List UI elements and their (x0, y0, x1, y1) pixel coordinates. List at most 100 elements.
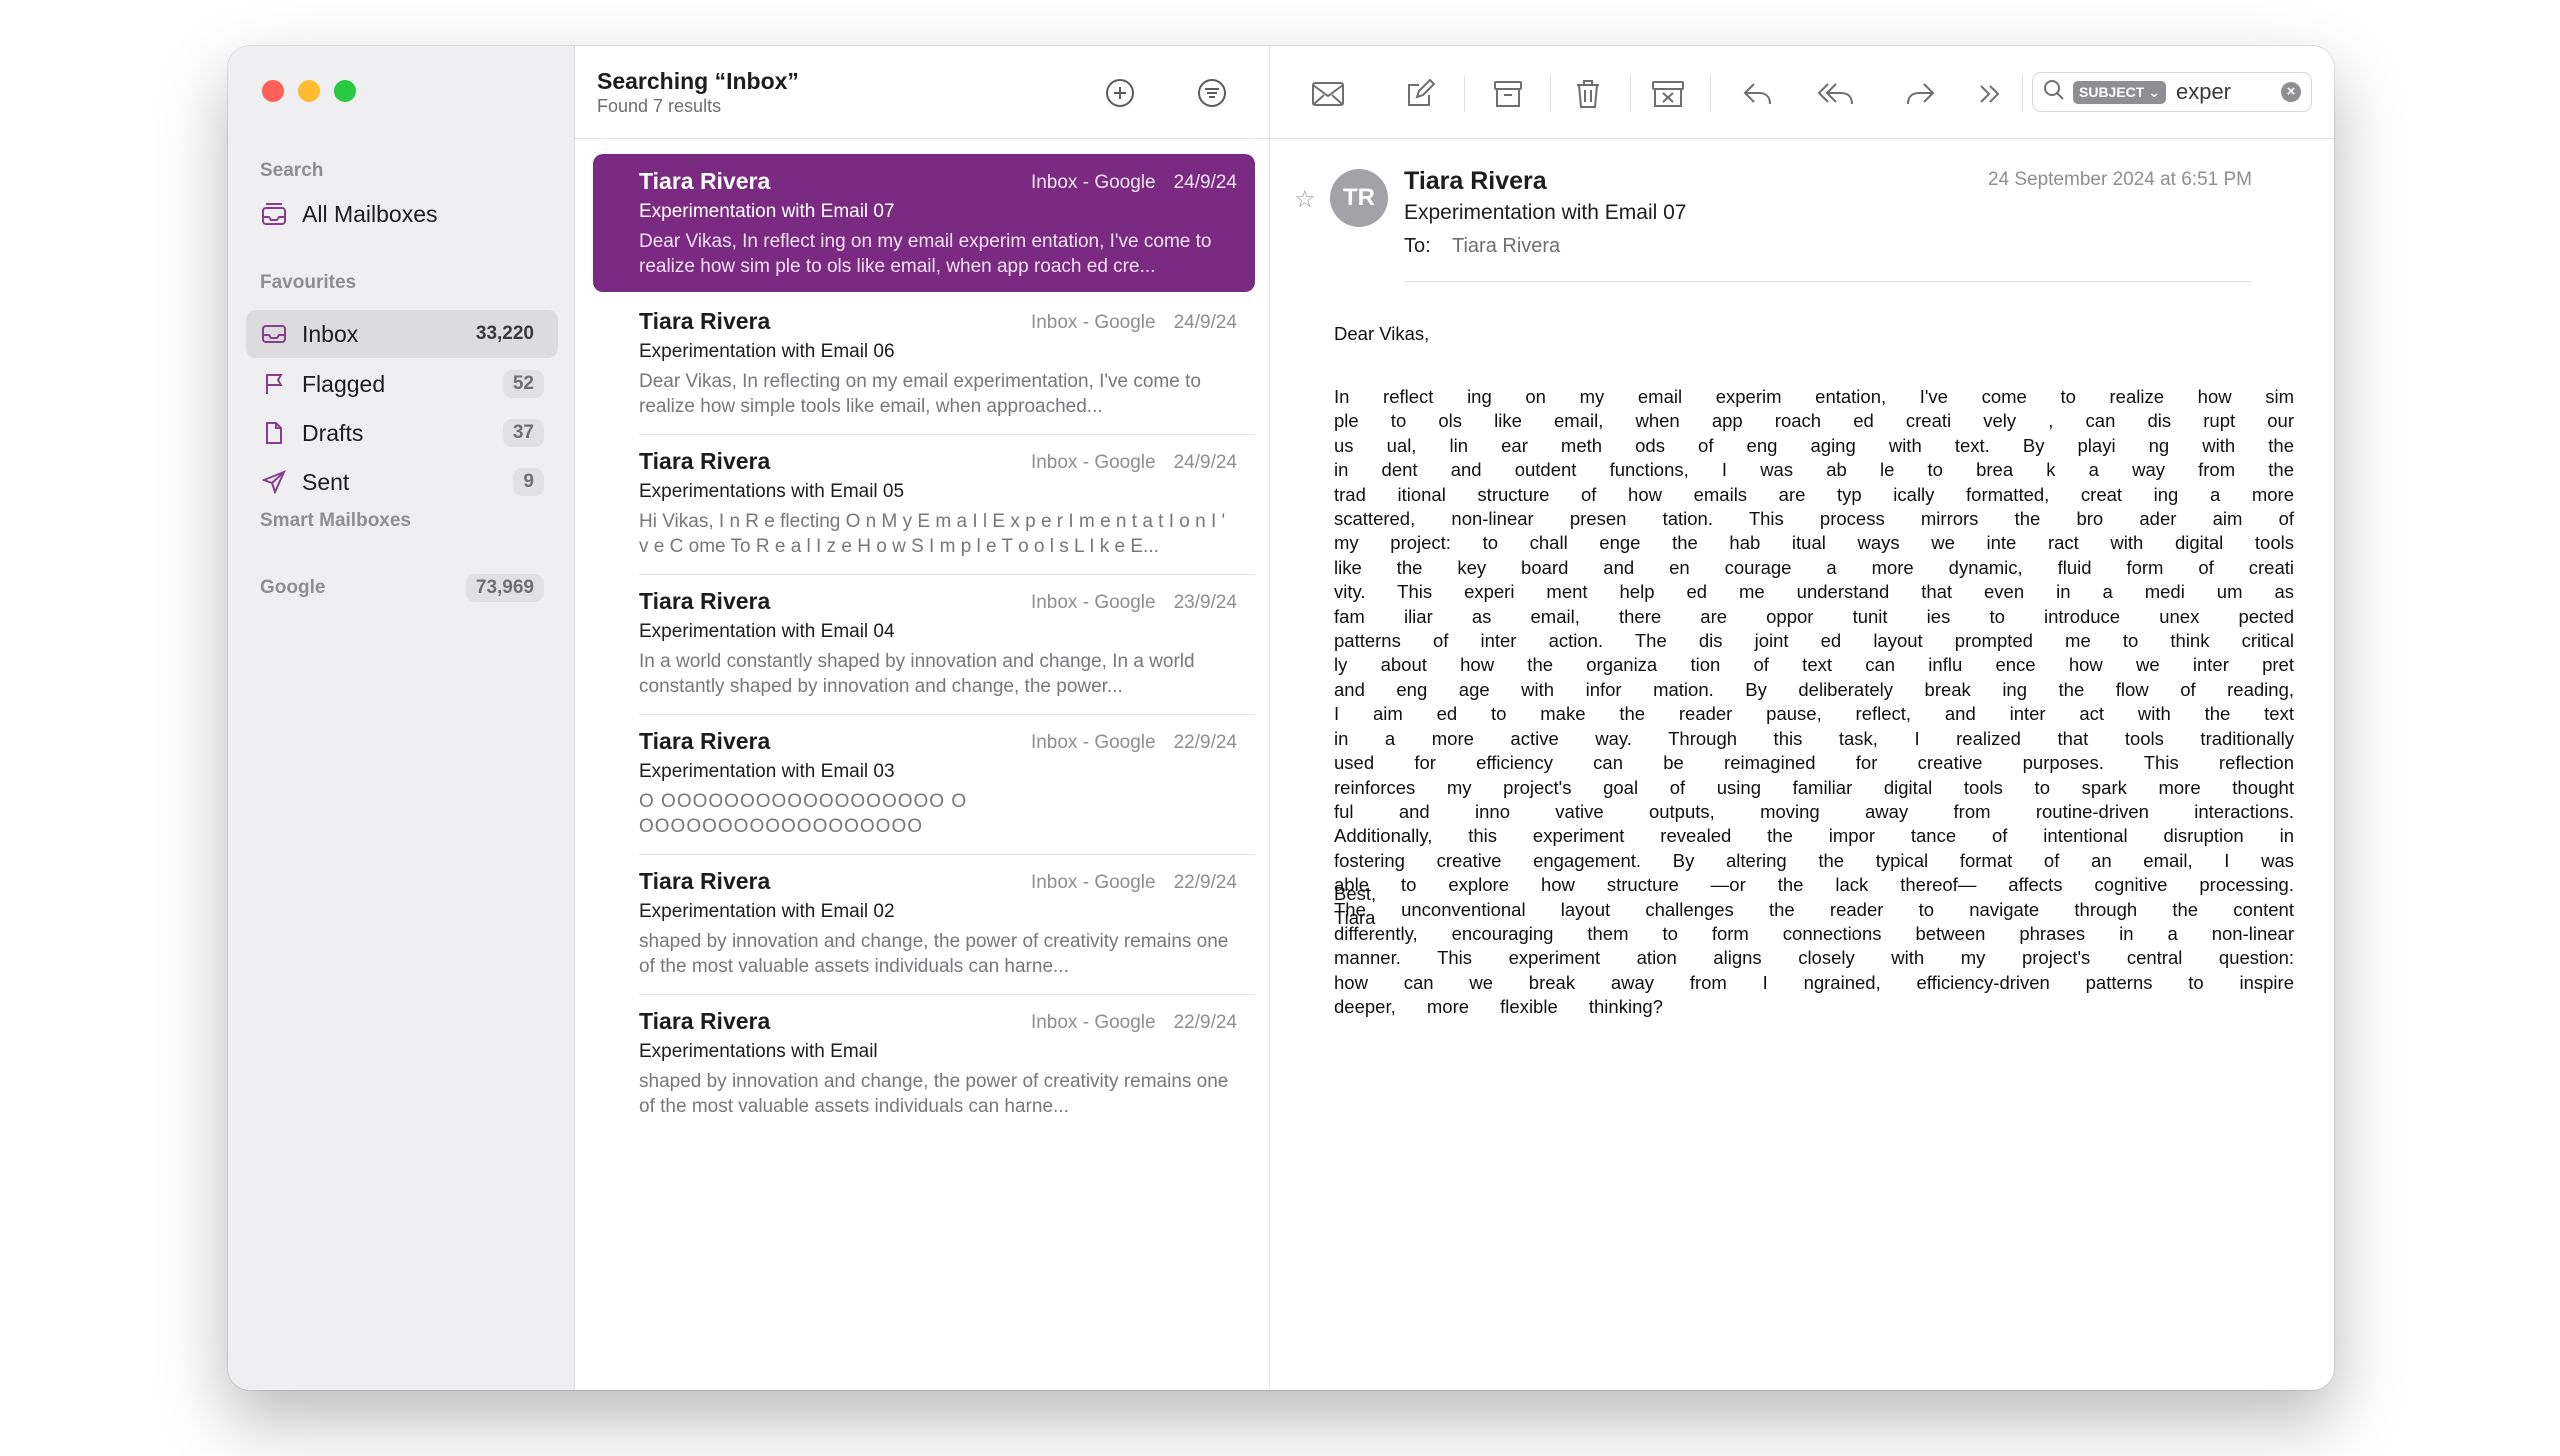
to-label: To: (1404, 235, 1431, 257)
unread-count: 33,220 (475, 323, 534, 344)
sidebar-section-search: Search (260, 160, 324, 181)
search-input[interactable]: exper (2176, 79, 2281, 105)
sidebar-item-label: Sent (302, 468, 350, 495)
message-mailbox: Inbox - Google (1030, 1012, 1156, 1033)
sidebar-section-smart-mailboxes[interactable]: Smart Mailboxes (260, 510, 411, 532)
message-greeting: Dear Vikas, (1334, 323, 1430, 344)
paper-plane-icon (260, 468, 288, 496)
divider (1550, 76, 1551, 112)
sidebar-item-label: Flagged (302, 370, 386, 397)
forward-icon[interactable] (1900, 74, 1940, 114)
tray-stack-icon (260, 200, 288, 228)
message-from[interactable]: Tiara Rivera (1404, 167, 1547, 196)
sidebar-item-label: Inbox (302, 320, 359, 347)
reply-icon[interactable] (1738, 74, 1778, 114)
search-field[interactable]: SUBJECT ⌄ exper × (2032, 72, 2312, 112)
window-controls (262, 80, 356, 102)
message-subject: Experimentation with Email 06 (639, 341, 895, 362)
divider (1630, 76, 1631, 112)
message-row[interactable]: Tiara Rivera Inbox - Google 22/9/24 Exper… (593, 994, 1255, 1132)
trash-icon[interactable] (1568, 74, 1608, 114)
message-list: Searching “Inbox” Found 7 results Tiara … (575, 46, 1270, 1390)
message-date-header: 24 September 2024 at 6:51 PM (1987, 169, 2252, 190)
message-preview: shaped by innovation and change, the pow… (639, 1071, 1229, 1117)
sidebar-item-label: Drafts (302, 419, 364, 446)
message-preview: Dear Vikas, In reflecting on my email ex… (639, 371, 1201, 417)
message-date: 22/9/24 (1173, 1012, 1237, 1033)
message-meta: Inbox - Google 24/9/24 (1031, 172, 1237, 194)
inbox-icon (260, 320, 288, 348)
message-subject: Experimentation with Email 02 (639, 901, 895, 922)
more-toolbar-icon[interactable] (1970, 74, 2010, 114)
sidebar-item-flagged[interactable]: Flagged 52 (246, 360, 558, 408)
message-subject: Experimentation with Email 04 (639, 621, 895, 642)
message-row[interactable]: Tiara Rivera Inbox - Google 24/9/24 Exper… (593, 294, 1255, 432)
compose-icon[interactable] (1400, 74, 1440, 114)
message-date: 24/9/24 (1173, 452, 1237, 473)
sidebar-item-sent[interactable]: Sent 9 (246, 458, 558, 506)
unread-count: 37 (502, 419, 544, 447)
archive-icon[interactable] (1488, 74, 1528, 114)
mail-window: Search All Mailboxes Favourites Inbox 33… (228, 46, 2334, 1390)
reading-pane: ☆ TR Tiara Rivera Experimentation with E… (1270, 139, 2334, 1390)
junk-icon[interactable] (1648, 74, 1688, 114)
message-mailbox: Inbox - Google (1030, 732, 1156, 753)
sidebar-item-label: All Mailboxes (302, 200, 438, 227)
reply-all-icon[interactable] (1816, 74, 1856, 114)
sidebar-item-label: Google (260, 577, 326, 598)
message-row[interactable]: Tiara Rivera Inbox - Google 24/9/24 Exper… (593, 434, 1255, 572)
message-list-header: Searching “Inbox” Found 7 results (575, 46, 1269, 139)
sidebar-item-all-mailboxes[interactable]: All Mailboxes (246, 190, 558, 238)
message-meta: Inbox - Google 22/9/24 (1031, 872, 1237, 894)
search-scope-token[interactable]: SUBJECT ⌄ (2073, 80, 2166, 104)
divider (1404, 281, 2252, 282)
envelope-icon[interactable] (1308, 74, 1348, 114)
divider (1464, 76, 1465, 112)
sidebar-item-inbox[interactable]: Inbox 33,220 (246, 310, 558, 358)
message-meta: Inbox - Google 23/9/24 (1031, 592, 1237, 614)
message-mailbox: Inbox - Google (1030, 172, 1156, 193)
sidebar: Search All Mailboxes Favourites Inbox 33… (228, 46, 575, 1390)
unread-count: 9 (513, 468, 544, 496)
divider (1710, 76, 1711, 112)
result-count: Found 7 results (597, 96, 722, 116)
message-date: 22/9/24 (1173, 732, 1237, 753)
message-preview: Hi Vikas, I n R e flecting O n M y E m a… (639, 511, 1226, 557)
message-recipient[interactable]: Tiara Rivera (1452, 235, 1560, 258)
message-mailbox: Inbox - Google (1030, 592, 1156, 613)
message-date: 22/9/24 (1173, 872, 1237, 893)
filter-icon[interactable] (1195, 76, 1229, 110)
message-subject: Experimentations with Email (639, 1041, 878, 1062)
message-signature: Tiara (1334, 907, 1376, 928)
minimize-window-button[interactable] (298, 80, 320, 102)
clear-search-icon[interactable]: × (2281, 82, 2301, 102)
message-meta: Inbox - Google 24/9/24 (1031, 452, 1237, 474)
zoom-window-button[interactable] (334, 80, 356, 102)
document-icon (260, 419, 288, 447)
message-meta: Inbox - Google 22/9/24 (1031, 732, 1237, 754)
message-subject: Experimentation with Email 03 (639, 761, 895, 782)
message-meta: Inbox - Google 24/9/24 (1031, 312, 1237, 334)
message-row[interactable]: Tiara Rivera Inbox - Google 22/9/24 Exper… (593, 854, 1255, 992)
sidebar-section-favourites: Favourites (260, 272, 357, 293)
unread-count: 73,969 (465, 574, 544, 602)
message-row[interactable]: Tiara Rivera Inbox - Google 22/9/24 Exper… (593, 714, 1255, 852)
message-date: 24/9/24 (1173, 172, 1237, 193)
compose-plus-icon[interactable] (1103, 76, 1137, 110)
message-subject: Experimentation with Email 07 (639, 201, 895, 222)
close-window-button[interactable] (262, 80, 284, 102)
message-toolbar: SUBJECT ⌄ exper × (1270, 46, 2334, 139)
message-mailbox: Inbox - Google (1030, 312, 1156, 333)
divider (2022, 76, 2023, 112)
star-icon[interactable]: ☆ (1294, 185, 1316, 214)
message-row[interactable]: Tiara Rivera Inbox - Google 24/9/24 Exper… (593, 154, 1255, 292)
sidebar-item-google[interactable]: Google 73,969 (246, 564, 558, 612)
message-date: 23/9/24 (1173, 592, 1237, 613)
sidebar-item-drafts[interactable]: Drafts 37 (246, 409, 558, 457)
message-subject: Experimentations with Email 05 (639, 481, 905, 502)
search-icon (2043, 79, 2065, 106)
message-preview: shaped by innovation and change, the pow… (639, 931, 1229, 977)
message-row[interactable]: Tiara Rivera Inbox - Google 23/9/24 Exper… (593, 574, 1255, 712)
message-preview: Dear Vikas, In reflect ing on my email e… (639, 231, 1212, 277)
message-mailbox: Inbox - Google (1030, 872, 1156, 893)
